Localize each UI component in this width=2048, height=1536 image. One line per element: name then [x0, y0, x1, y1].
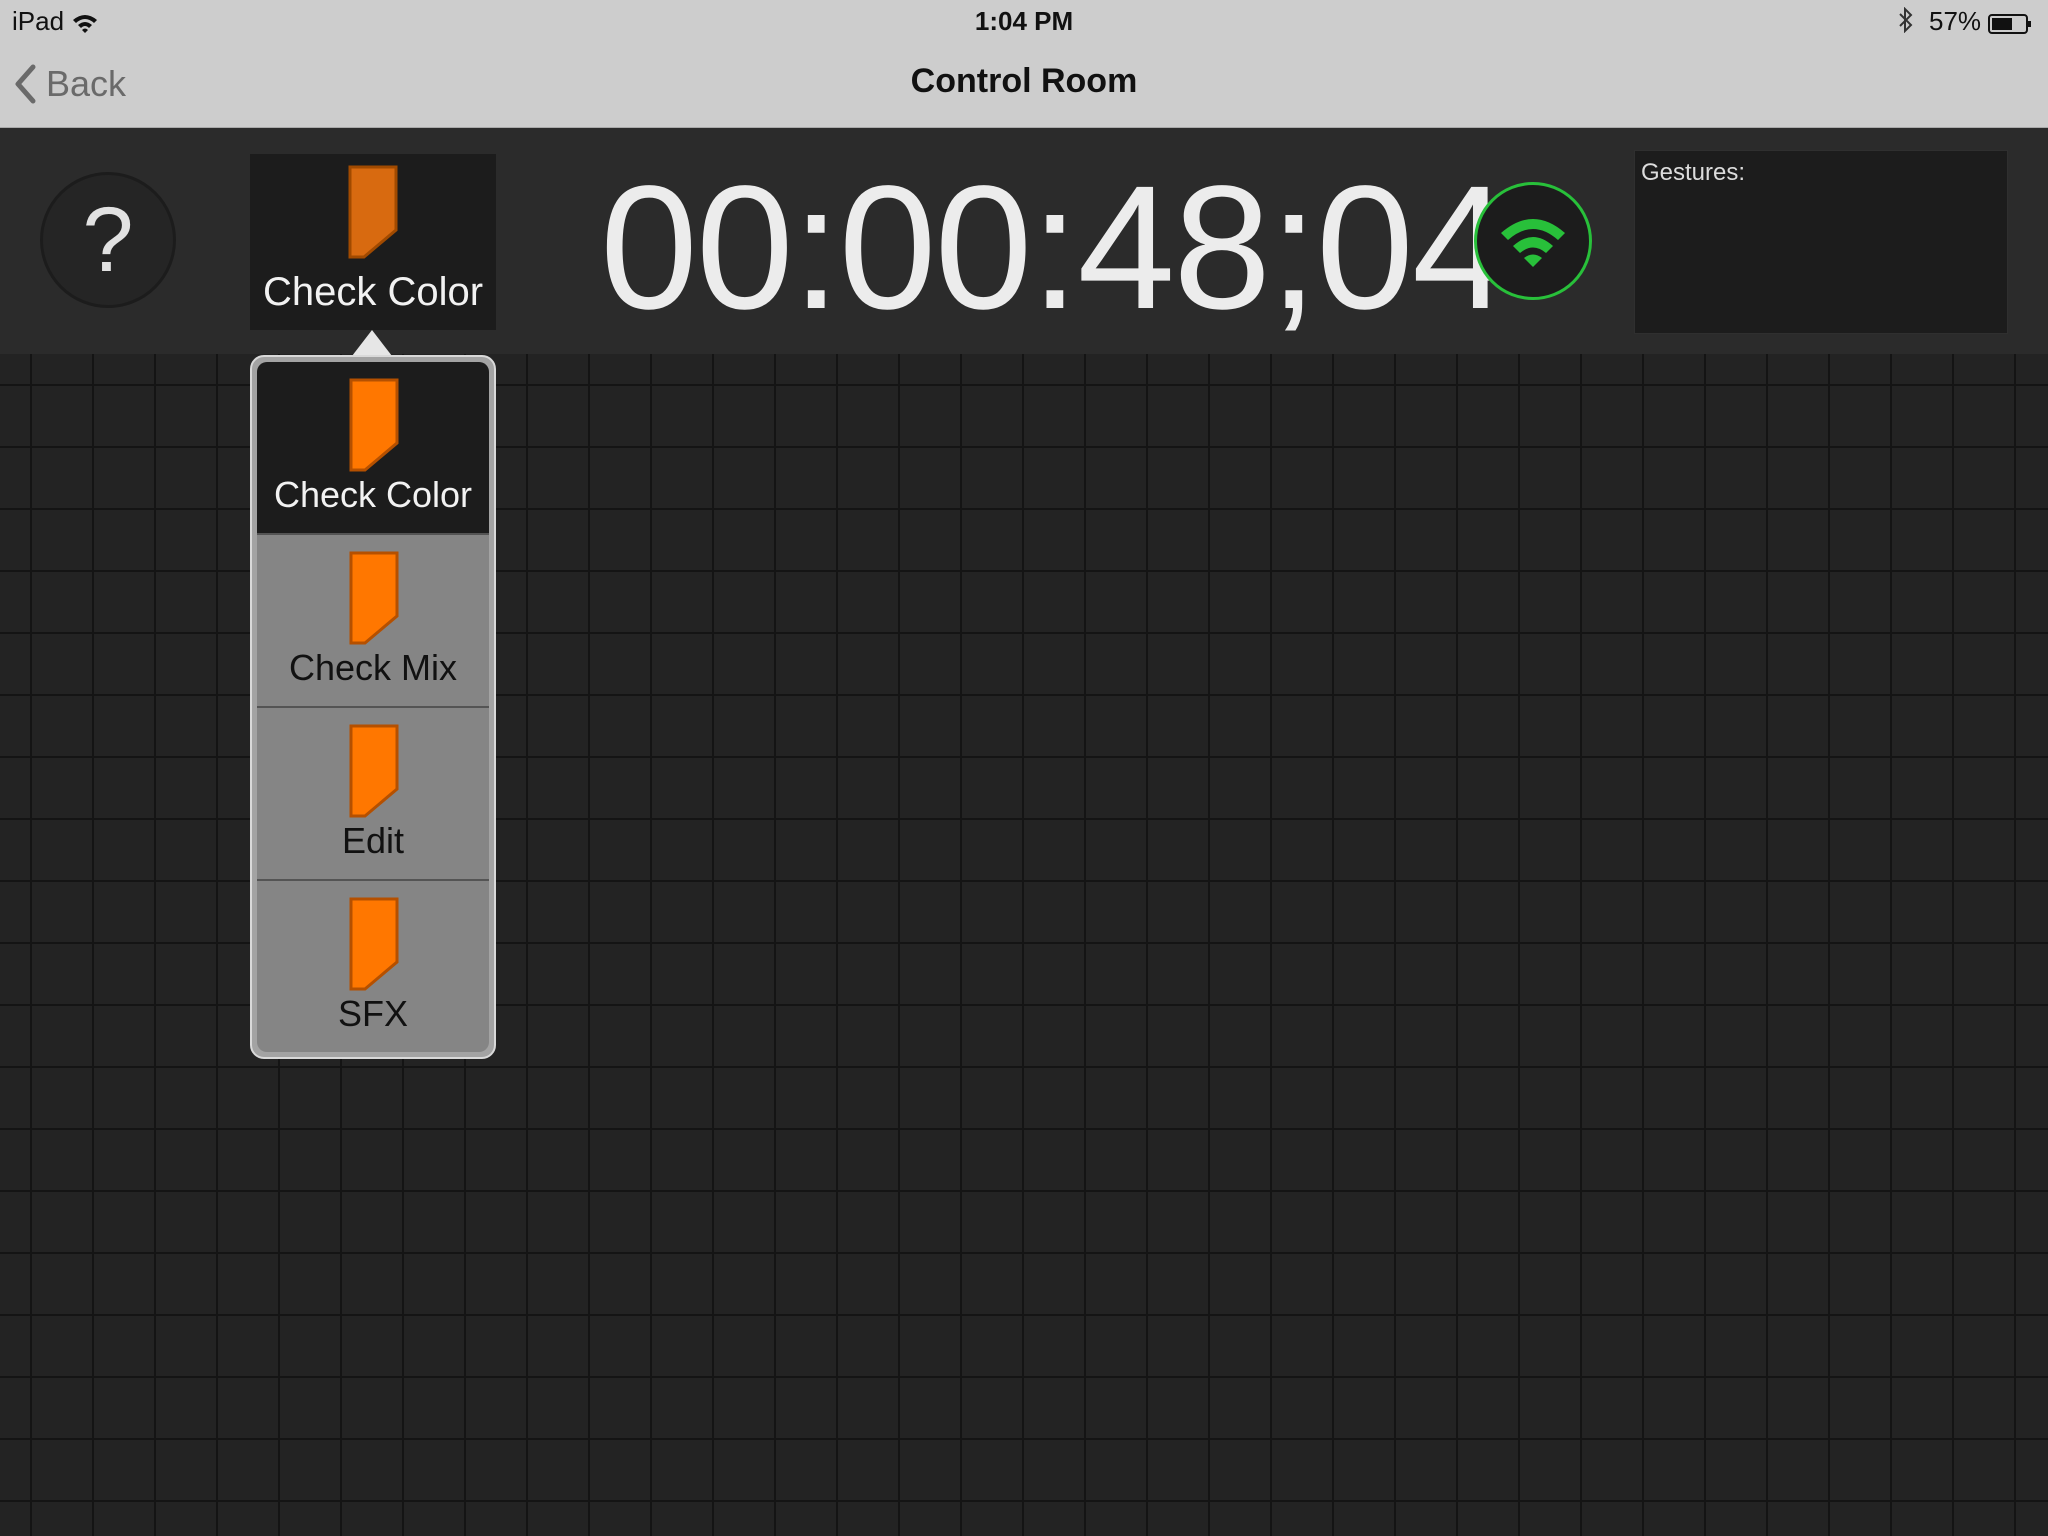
battery-percent: 57% — [1929, 6, 1982, 36]
connection-status-button[interactable] — [1474, 182, 1592, 300]
bluetooth-icon — [1898, 6, 1914, 40]
flag-icon — [348, 723, 400, 824]
flag-icon — [347, 164, 399, 265]
wifi-icon — [1501, 219, 1565, 267]
preset-item-label: Check Color — [273, 474, 473, 515]
preset-item-check-color[interactable]: Check Color — [257, 362, 489, 535]
current-preset-label: Check Color — [262, 270, 484, 314]
timecode-display: 00:00:48;04 — [600, 150, 1510, 346]
flag-icon — [348, 377, 400, 478]
page-title: Control Room — [910, 62, 1138, 100]
preset-selector-button[interactable]: Check Color — [250, 154, 496, 330]
preset-dropdown: Check Color Check Mix Edit SFX — [250, 355, 496, 1059]
gestures-label: Gestures: — [1641, 159, 1746, 186]
battery-icon — [1988, 10, 2032, 34]
flag-icon — [348, 550, 400, 651]
preset-item-label: SFX — [337, 993, 408, 1034]
preset-item-check-mix[interactable]: Check Mix — [257, 535, 489, 708]
preset-item-label: Check Mix — [288, 647, 458, 688]
status-time: 1:04 PM — [974, 6, 1074, 36]
status-bar: iPad 1:04 PM 57% — [0, 0, 2048, 40]
preset-item-edit[interactable]: Edit — [257, 708, 489, 881]
navigation-bar: Back Control Room — [0, 40, 2048, 128]
popover-arrow — [352, 330, 392, 356]
preset-item-label: Edit — [341, 820, 405, 861]
help-button[interactable]: ? — [40, 172, 176, 308]
flag-icon — [348, 896, 400, 997]
gestures-panel[interactable]: Gestures: — [1634, 150, 2008, 334]
preset-list: Check Color Check Mix Edit SFX — [257, 362, 489, 1052]
preset-item-sfx[interactable]: SFX — [257, 881, 489, 1052]
